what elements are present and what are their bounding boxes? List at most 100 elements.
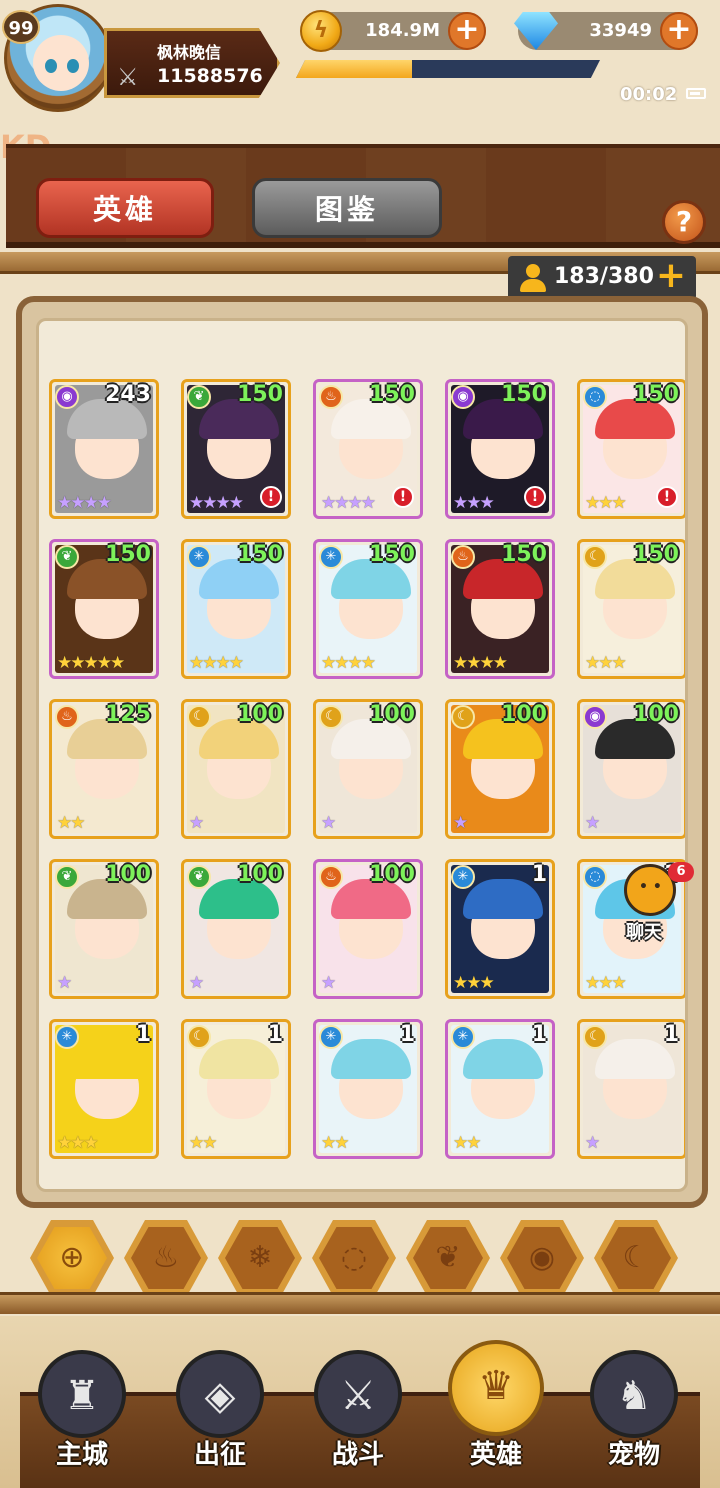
hero-card[interactable]: ☾ 100 ★ (313, 699, 423, 839)
hero-card[interactable]: ✳ 1 ★★ (445, 1019, 555, 1159)
wood-rail-bottom (0, 1292, 720, 1314)
diamond-icon (514, 12, 558, 50)
hero-level: 150 (369, 382, 415, 407)
hero-stars: ★ (585, 1133, 600, 1153)
hero-card[interactable]: ❦ 100 ★ (49, 859, 159, 999)
experience-bar-fill (296, 60, 412, 78)
hero-level: 150 (501, 542, 547, 567)
alert-icon: ! (656, 486, 678, 508)
dark-element-icon: ◉ (583, 705, 607, 729)
ice-element-icon: ✳ (187, 545, 211, 569)
chat-button[interactable]: 6 聊天 (620, 862, 694, 944)
hero-stars: ★★ (453, 1133, 482, 1153)
hero-card[interactable]: ✳ 1 ★★★ (445, 859, 555, 999)
nav-dragon-pet[interactable]: ♞ 宠物 (574, 1340, 694, 1488)
fire-filter-icon: ♨ (131, 1227, 201, 1289)
all-filter-icon: ⊕ (37, 1227, 107, 1289)
hero-level: 150 (633, 382, 679, 407)
tab-heroes[interactable]: 英雄 (36, 178, 214, 238)
player-power: 11588576 (157, 65, 263, 87)
hero-stars: ★★★★ (189, 653, 244, 673)
hero-card[interactable]: ☾ 100 ★ (445, 699, 555, 839)
gem-amount: 33949 (589, 20, 652, 41)
avatar-eye-left (45, 59, 57, 73)
hero-card[interactable]: ✳ 1 ★★★ (49, 1019, 159, 1159)
hero-level: 125 (105, 702, 151, 727)
nav-tower[interactable]: ♜ 主城 (22, 1340, 142, 1488)
filter-ice[interactable]: ❄ (218, 1220, 302, 1296)
hero-card[interactable]: ✳ 150 ★★★★ (313, 539, 423, 679)
hero-stars: ★★ (57, 813, 86, 833)
expedition-icon: ◈ (176, 1350, 264, 1438)
hero-card[interactable]: ❦ 150 ★★★★★ (49, 539, 159, 679)
filter-water[interactable]: ◌ (312, 1220, 396, 1296)
nature-element-icon: ❦ (55, 545, 79, 569)
hero-stars: ★ (321, 973, 336, 993)
hero-card[interactable]: ◉ 150 ★★★! (445, 379, 555, 519)
light-element-icon: ☾ (451, 705, 475, 729)
player-name-plate[interactable]: 枫林晚信 ⚔ 11588576 (104, 28, 280, 98)
nav-label: 出征 (193, 1440, 246, 1470)
filter-nature[interactable]: ❦ (406, 1220, 490, 1296)
hero-stars: ★★★ (453, 493, 495, 513)
nav-label: 宠物 (607, 1440, 660, 1470)
nav-expedition[interactable]: ◈ 出征 (160, 1340, 280, 1488)
avatar-face (33, 35, 89, 91)
dragon-pet-icon: ♞ (590, 1350, 678, 1438)
hero-card[interactable]: ☾ 1 ★ (577, 1019, 685, 1159)
nav-hero-crest[interactable]: ♛ 英雄 (436, 1340, 556, 1488)
hero-list[interactable]: ◉ 243 ★★★★ ❦ 150 ★★★★! ♨ 150 ★★★★! ◉ 150 ★★★! ◌ 150 ★★… (36, 318, 688, 1192)
hero-level: 100 (237, 862, 283, 887)
hero-level: 150 (237, 382, 283, 407)
tab-board: 英雄 图鉴 ? (6, 144, 720, 248)
gold-amount: 184.9M (365, 20, 440, 41)
filter-all[interactable]: ⊕ (30, 1220, 114, 1296)
tab-codex[interactable]: 图鉴 (252, 178, 442, 238)
hero-stars: ★★★★ (321, 653, 376, 673)
light-filter-icon: ☾ (601, 1227, 671, 1289)
clock: 00:02 (620, 84, 678, 105)
hero-level: 150 (633, 542, 679, 567)
hero-card[interactable]: ◉ 100 ★ (577, 699, 685, 839)
nature-element-icon: ❦ (187, 385, 211, 409)
hero-stars: ★★★★ (321, 493, 376, 513)
filter-light[interactable]: ☾ (594, 1220, 678, 1296)
ice-element-icon: ✳ (55, 1025, 79, 1049)
hero-level: 100 (105, 862, 151, 887)
nav-battle[interactable]: ⚔ 战斗 (298, 1340, 418, 1488)
hero-card[interactable]: ♨ 150 ★★★★ (445, 539, 555, 679)
hero-level: 100 (501, 702, 547, 727)
hero-card[interactable]: ✳ 1 ★★ (313, 1019, 423, 1159)
help-icon[interactable]: ? (662, 200, 706, 244)
hero-card[interactable]: ♨ 125 ★★ (49, 699, 159, 839)
hero-card[interactable]: ♨ 150 ★★★★! (313, 379, 423, 519)
add-gems-button[interactable]: + (660, 12, 698, 50)
hero-level: 1 (399, 1022, 415, 1047)
battery-icon (686, 88, 706, 99)
hero-card[interactable]: ☾ 100 ★ (181, 699, 291, 839)
ice-element-icon: ✳ (451, 1025, 475, 1049)
hero-card[interactable]: ♨ 100 ★ (313, 859, 423, 999)
water-filter-icon: ◌ (319, 1227, 389, 1289)
hero-level: 100 (237, 702, 283, 727)
player-name: 枫林晚信 (157, 43, 222, 62)
expand-roster-button[interactable]: + (656, 256, 686, 296)
hero-card[interactable]: ❦ 150 ★★★★! (181, 379, 291, 519)
alert-icon: ! (260, 486, 282, 508)
hero-level: 150 (105, 542, 151, 567)
filter-fire[interactable]: ♨ (124, 1220, 208, 1296)
person-icon (520, 264, 546, 292)
hero-card[interactable]: ◉ 243 ★★★★ (49, 379, 159, 519)
hero-card[interactable]: ❦ 100 ★ (181, 859, 291, 999)
nav-label: 主城 (55, 1440, 108, 1470)
hero-card[interactable]: ☾ 1 ★★ (181, 1019, 291, 1159)
hero-stars: ★ (57, 973, 72, 993)
hero-level: 1 (531, 1022, 547, 1047)
dark-filter-icon: ◉ (507, 1227, 577, 1289)
hero-card[interactable]: ☾ 150 ★★★ (577, 539, 685, 679)
hero-card[interactable]: ◌ 150 ★★★! (577, 379, 685, 519)
filter-dark[interactable]: ◉ (500, 1220, 584, 1296)
hero-card[interactable]: ✳ 150 ★★★★ (181, 539, 291, 679)
hero-stars: ★★ (189, 1133, 218, 1153)
add-gold-button[interactable]: + (448, 12, 486, 50)
